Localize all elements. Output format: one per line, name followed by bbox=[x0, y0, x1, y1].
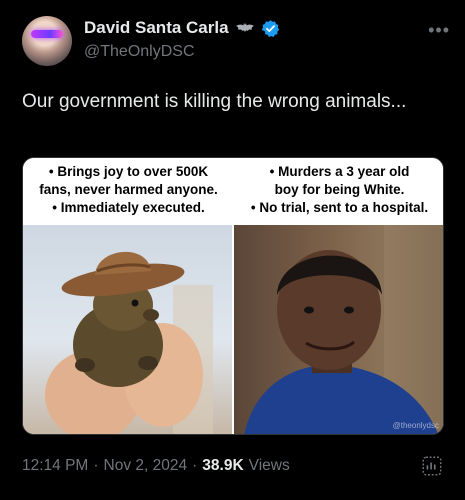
watermark: @theonlydsc bbox=[392, 421, 439, 430]
meta-separator: · bbox=[93, 457, 99, 474]
squirrel-photo bbox=[23, 225, 232, 434]
tweet-header: David Santa Carla @TheOnlyDSC ••• bbox=[22, 14, 452, 70]
portrait-illustration bbox=[244, 225, 443, 434]
tweet-text: Our government is killing the wrong anim… bbox=[22, 91, 407, 112]
post-time[interactable]: 12:14 PM bbox=[22, 457, 88, 475]
author-handle[interactable]: @TheOnlyDSC bbox=[84, 43, 195, 61]
bat-icon bbox=[235, 23, 254, 32]
right-caption-line: • Murders a 3 year old bbox=[269, 164, 410, 179]
verified-badge-icon bbox=[261, 19, 279, 37]
squirrel-illustration bbox=[45, 251, 213, 434]
author-name-row: David Santa Carla bbox=[84, 18, 280, 38]
right-caption-line: • No trial, sent to a hospital. bbox=[250, 200, 429, 215]
tweet-meta: 12:14 PM · Nov 2, 2024 · 38.9K Views bbox=[22, 457, 290, 475]
right-caption-line: boy for being White. bbox=[274, 182, 405, 197]
meta-separator: · bbox=[192, 457, 198, 474]
avatar[interactable] bbox=[22, 16, 72, 66]
views-label: Views bbox=[248, 457, 290, 474]
author-display-name[interactable]: David Santa Carla bbox=[84, 18, 229, 38]
portrait-photo: @theonlydsc bbox=[234, 225, 443, 434]
more-options-icon[interactable]: ••• bbox=[428, 20, 450, 41]
left-caption-line: • Immediately executed. bbox=[52, 200, 205, 215]
tweet-media[interactable]: • Brings joy to over 500K fans, never ha… bbox=[22, 157, 444, 435]
left-caption: • Brings joy to over 500K fans, never ha… bbox=[23, 158, 234, 225]
left-caption-line: fans, never harmed anyone. bbox=[39, 182, 218, 197]
left-caption-line: • Brings joy to over 500K bbox=[48, 164, 209, 179]
views-count: 38.9K bbox=[202, 457, 244, 474]
analytics-icon[interactable] bbox=[421, 455, 443, 477]
post-date[interactable]: Nov 2, 2024 bbox=[104, 457, 188, 475]
right-caption: • Murders a 3 year old boy for being Whi… bbox=[234, 158, 443, 225]
